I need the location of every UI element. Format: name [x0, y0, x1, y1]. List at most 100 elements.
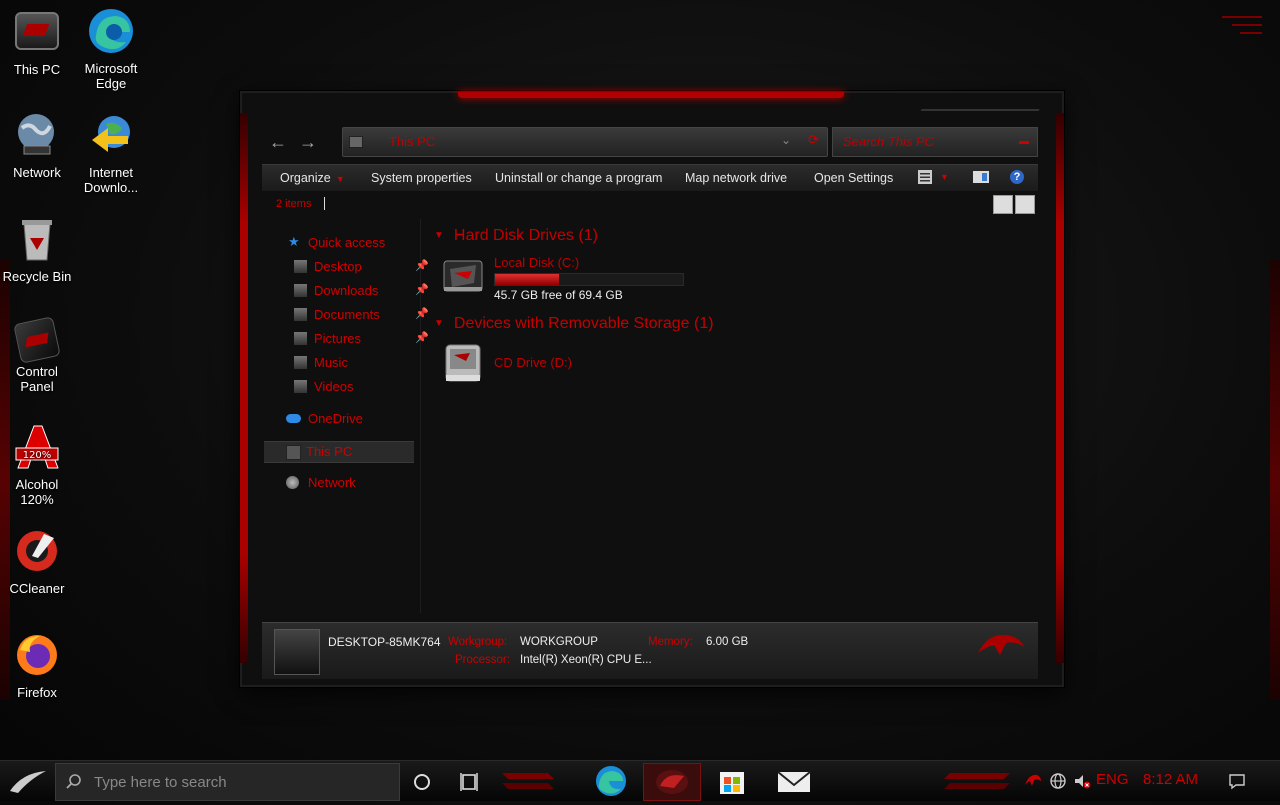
address-text: This PC [389, 134, 436, 149]
drive-name: CD Drive (D:) [494, 355, 572, 370]
uninstall-program-button[interactable]: Uninstall or change a program [495, 171, 662, 185]
nav-label: Downloads [314, 283, 379, 298]
window-controls[interactable] [920, 99, 1046, 111]
taskbar-file-explorer-button[interactable] [643, 763, 701, 801]
status-line: 2 items [262, 193, 1038, 215]
drive-free-space: 45.7 GB free of 69.4 GB [494, 288, 623, 302]
taskbar-edge-button[interactable] [583, 763, 639, 799]
file-explorer-window: ← → This PC ⌄ ⟳ Search This PC Organize ▼… [240, 91, 1064, 687]
search-icon [66, 774, 81, 789]
search-icon[interactable] [1019, 141, 1029, 144]
group-header-label: Hard Disk Drives (1) [453, 227, 598, 244]
rog-tray-icon[interactable] [1024, 772, 1042, 790]
view-options-caret-icon[interactable]: ▼ [940, 172, 956, 186]
videos-folder-icon [294, 380, 307, 393]
drive-cd-drive-d[interactable]: CD Drive (D:) [442, 343, 642, 389]
microsoft-store-icon [720, 772, 744, 794]
edge-icon [596, 766, 626, 796]
desktop-icon-ccleaner[interactable]: CCleaner [0, 528, 74, 596]
forward-arrow-icon[interactable]: → [298, 133, 318, 151]
desktop-icon-microsoft-edge[interactable]: Microsoft Edge [74, 8, 148, 91]
search-placeholder: Search This PC [843, 134, 935, 149]
cortana-circle-icon [414, 774, 430, 790]
volume-muted-icon[interactable] [1073, 772, 1091, 790]
desktop-icon-this-pc[interactable]: This PC [0, 8, 74, 77]
window-top-red-bar [458, 92, 844, 98]
this-pc-icon [15, 12, 59, 50]
taskbar-red-decoration-right [944, 773, 1010, 789]
large-icons-view-icon[interactable] [1015, 195, 1035, 214]
workgroup-label: Workgroup: [448, 636, 508, 648]
desktop-icon-label: Alcohol 120% [15, 477, 59, 507]
organize-button[interactable]: Organize ▼ [280, 171, 345, 185]
system-properties-button[interactable]: System properties [371, 171, 472, 185]
collapse-triangle-icon: ▼ [434, 230, 444, 241]
system-clock[interactable]: 8:12 AM [1143, 771, 1198, 788]
nav-item-this-pc[interactable]: This PC [264, 441, 414, 463]
window-right-rail [1056, 113, 1064, 663]
group-header-hard-disk-drives[interactable]: ▼ Hard Disk Drives (1) [434, 227, 598, 245]
desktop-icon-alcohol-120[interactable]: 120% Alcohol 120% [0, 424, 74, 507]
computer-icon [274, 629, 320, 675]
details-view-icon[interactable] [993, 195, 1013, 214]
item-count: 2 items [276, 198, 312, 210]
command-toolbar: Organize ▼ System properties Uninstall or… [262, 164, 1038, 191]
taskbar-mail-button[interactable] [766, 763, 822, 799]
svg-text:120%: 120% [23, 450, 52, 461]
processor-value: Intel(R) Xeon(R) CPU E... [520, 654, 652, 666]
drive-name: Local Disk (C:) [494, 255, 580, 270]
content-pane: ▼ Hard Disk Drives (1) Local Disk (C:) 45… [426, 219, 1038, 613]
preview-pane-icon[interactable] [973, 170, 989, 184]
workgroup-value: WORKGROUP [520, 636, 598, 648]
language-indicator[interactable]: ENG [1096, 771, 1129, 788]
ccleaner-icon [17, 531, 57, 571]
group-header-removable-storage[interactable]: ▼ Devices with Removable Storage (1) [434, 315, 714, 333]
cortana-button[interactable] [400, 763, 444, 799]
nav-label: Music [314, 355, 348, 370]
taskbar-search-box[interactable]: Type here to search [55, 763, 400, 801]
window-left-rail [240, 113, 248, 663]
nav-label: Quick access [308, 235, 386, 250]
onedrive-cloud-icon [286, 414, 301, 423]
internet-download-manager-icon [92, 116, 130, 152]
desktop-icon-label: Network [13, 165, 61, 180]
network-globe-icon[interactable] [1049, 772, 1067, 790]
open-settings-button[interactable]: Open Settings [814, 171, 893, 185]
navigation-pane: ★ Quick access Desktop 📌 Downloads 📌 Doc… [262, 219, 429, 613]
navigation-bar: ← → This PC ⌄ ⟳ Search This PC [260, 127, 1040, 157]
desktop-folder-icon [294, 260, 307, 273]
music-folder-icon [294, 356, 307, 369]
computer-name: DESKTOP-85MK764 [328, 635, 441, 649]
caret-down-icon: ▼ [335, 174, 345, 184]
taskbar-red-decoration-left [502, 773, 554, 789]
nav-label: Network [308, 475, 356, 490]
desktop-icon-firefox[interactable]: Firefox [0, 632, 74, 700]
back-arrow-icon[interactable]: ← [268, 133, 288, 151]
desktop-icon-recycle-bin[interactable]: Recycle Bin [0, 216, 74, 284]
desktop-icon-network[interactable]: Network [0, 112, 74, 180]
notification-center-icon[interactable] [1228, 772, 1246, 790]
group-header-label: Devices with Removable Storage (1) [453, 315, 714, 332]
control-panel-icon [13, 316, 61, 364]
taskbar-store-button[interactable] [704, 763, 760, 799]
firefox-icon [17, 635, 57, 675]
change-view-icon[interactable] [918, 170, 934, 184]
desktop-icon-internet-download-manager[interactable]: Internet Downlo... [74, 112, 148, 195]
search-box[interactable]: Search This PC [832, 127, 1038, 157]
recycle-bin-icon [22, 220, 52, 261]
mail-envelope-icon [777, 771, 811, 792]
map-network-drive-button[interactable]: Map network drive [685, 171, 787, 185]
drive-local-disk-c[interactable]: Local Disk (C:) 45.7 GB free of 69.4 GB [442, 255, 702, 302]
start-button-icon[interactable] [4, 765, 52, 797]
chevron-down-icon[interactable]: ⌄ [781, 133, 791, 147]
collapse-triangle-icon: ▼ [434, 318, 444, 329]
address-bar[interactable]: This PC ⌄ ⟳ [342, 127, 828, 157]
refresh-icon[interactable]: ⟳ [808, 132, 819, 148]
hard-drive-icon [443, 260, 483, 292]
task-view-button[interactable] [448, 763, 492, 799]
desktop-icon-control-panel[interactable]: Control Panel [0, 316, 74, 394]
help-icon[interactable]: ? [1010, 170, 1024, 184]
desktop-icon-label: Firefox [17, 685, 57, 700]
details-pane: DESKTOP-85MK764 Workgroup: WORKGROUP Mem… [262, 622, 1038, 679]
desktop-edge-glow-right [1270, 260, 1280, 700]
